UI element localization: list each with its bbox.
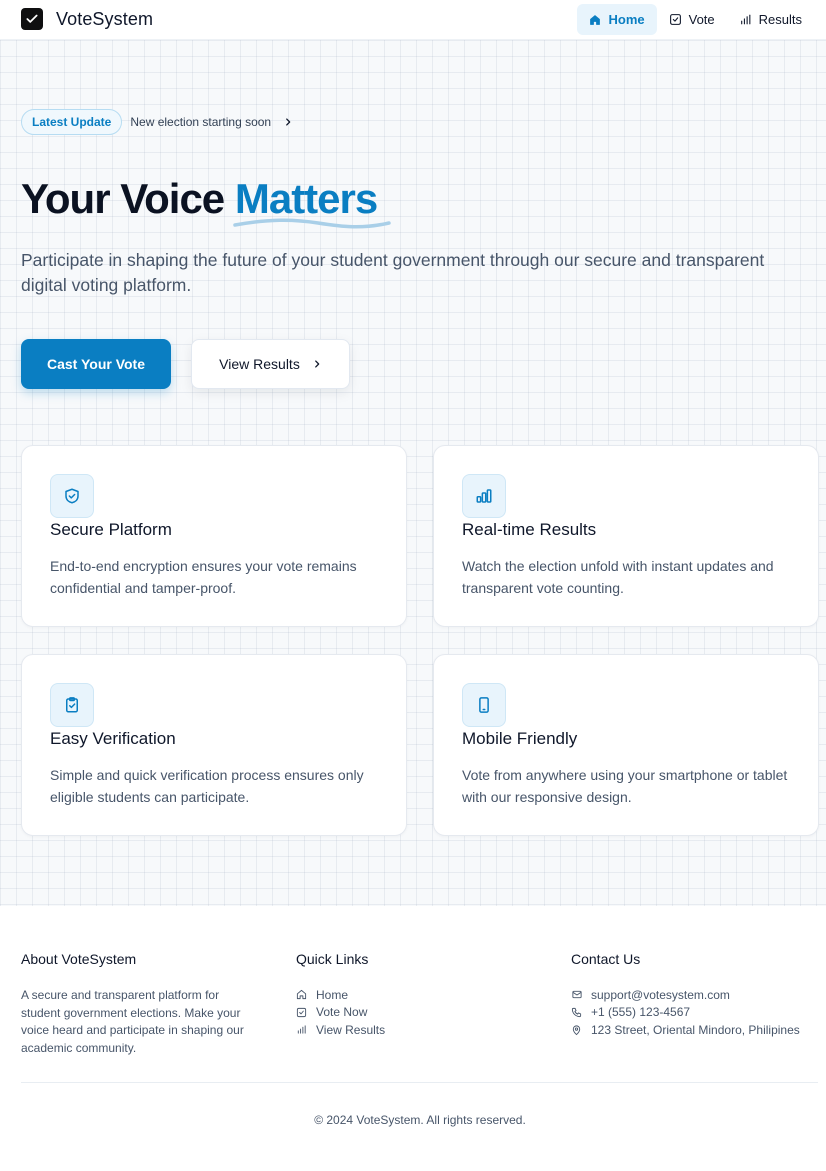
- footer-link-label: View Results: [316, 1022, 386, 1037]
- feature-description: Simple and quick verification process en…: [50, 767, 364, 805]
- check-icon: [21, 8, 43, 30]
- brand-name: VoteSystem: [56, 8, 154, 29]
- nav-item-label: Vote: [688, 12, 715, 27]
- footer-link-label: Home: [316, 987, 349, 1002]
- shield-check-icon: [50, 474, 94, 518]
- footer-contact-title: Contact Us: [571, 951, 641, 967]
- contact-list: support@votesystem.com +1 (555) 123-4567…: [571, 986, 800, 1039]
- update-badge: Latest Update: [21, 109, 123, 135]
- hero-subtitle: Participate in shaping the future of you…: [21, 250, 765, 295]
- feature-description: Watch the election unfold with instant u…: [462, 558, 774, 596]
- hero-title: Your Voice Matters: [21, 175, 391, 229]
- update-text: New election starting soon: [130, 115, 272, 129]
- hero-title-accent-text: Matters: [234, 175, 378, 222]
- footer-contact: Contact Us support@votesystem.com +1 (55…: [571, 951, 800, 1039]
- home-icon: [589, 14, 601, 26]
- view-results-button[interactable]: View Results: [191, 339, 350, 389]
- navbar: VoteSystem Home Vote Results: [0, 0, 826, 40]
- smartphone-icon: [462, 683, 506, 727]
- brand[interactable]: VoteSystem: [21, 8, 153, 30]
- footer-link-vote-now[interactable]: Vote Now: [296, 1004, 385, 1022]
- footer-link-home[interactable]: Home: [296, 986, 385, 1004]
- bar-chart-icon: [739, 13, 752, 26]
- mail-icon: [571, 989, 585, 1000]
- clipboard-check-icon: [50, 683, 94, 727]
- chevron-right-icon: [312, 359, 322, 369]
- copyright: © 2024 VoteSystem. All rights reserved.: [314, 1113, 526, 1127]
- footer-quick-links: Quick Links Home Vote Now View Results: [296, 951, 385, 1039]
- feature-card-secure: Secure Platform End-to-end encryption en…: [21, 445, 407, 627]
- hero-title-accent: Matters: [233, 175, 391, 229]
- hero-title-main: Your Voice: [21, 175, 225, 222]
- home-icon: [296, 989, 310, 1000]
- contact-phone[interactable]: +1 (555) 123-4567: [571, 1004, 800, 1022]
- contact-label: +1 (555) 123-4567: [591, 1005, 691, 1020]
- footer-divider: [21, 1082, 818, 1083]
- footer-about-text: A secure and transparent platform for st…: [21, 988, 244, 1055]
- chevron-right-icon: [283, 117, 293, 127]
- nav-item-home[interactable]: Home: [577, 4, 657, 35]
- nav-item-vote[interactable]: Vote: [657, 4, 727, 35]
- check-square-icon: [296, 1007, 310, 1018]
- feature-card-results: Real-time Results Watch the election unf…: [433, 445, 819, 627]
- nav-item-label: Results: [758, 12, 802, 27]
- contact-label: 123 Street, Oriental Mindoro, Philipines: [591, 1022, 800, 1037]
- footer: About VoteSystem A secure and transparen…: [0, 906, 826, 1171]
- underline-wave-icon: [233, 218, 391, 229]
- footer-quick-links-title: Quick Links: [296, 951, 369, 967]
- feature-title: Mobile Friendly: [462, 729, 578, 748]
- view-results-label: View Results: [219, 356, 300, 372]
- feature-card-mobile: Mobile Friendly Vote from anywhere using…: [433, 654, 819, 836]
- phone-icon: [571, 1007, 585, 1018]
- feature-card-verification: Easy Verification Simple and quick verif…: [21, 654, 407, 836]
- quick-links-list: Home Vote Now View Results: [296, 986, 385, 1039]
- check-square-icon: [669, 13, 682, 26]
- footer-link-label: Vote Now: [316, 1005, 368, 1020]
- map-pin-icon: [571, 1024, 585, 1036]
- feature-description: Vote from anywhere using your smartphone…: [462, 767, 788, 805]
- update-banner[interactable]: Latest Update New election starting soon: [21, 109, 293, 135]
- feature-title: Easy Verification: [50, 729, 176, 748]
- feature-description: End-to-end encryption ensures your vote …: [50, 558, 357, 596]
- hero-section: Latest Update New election starting soon…: [0, 40, 826, 906]
- cast-vote-button[interactable]: Cast Your Vote: [21, 339, 171, 389]
- footer-link-view-results[interactable]: View Results: [296, 1021, 385, 1039]
- nav-item-results[interactable]: Results: [727, 4, 814, 35]
- feature-title: Secure Platform: [50, 520, 172, 539]
- contact-email[interactable]: support@votesystem.com: [571, 986, 800, 1004]
- contact-label: support@votesystem.com: [591, 987, 730, 1002]
- nav-item-label: Home: [608, 12, 645, 27]
- footer-about: About VoteSystem A secure and transparen…: [21, 951, 261, 1057]
- feature-title: Real-time Results: [462, 520, 597, 539]
- nav-menu: Home Vote Results: [577, 4, 814, 35]
- bar-chart-icon: [296, 1024, 310, 1035]
- footer-about-title: About VoteSystem: [21, 951, 137, 967]
- bar-chart-icon: [462, 474, 506, 518]
- contact-address: 123 Street, Oriental Mindoro, Philipines: [571, 1021, 800, 1039]
